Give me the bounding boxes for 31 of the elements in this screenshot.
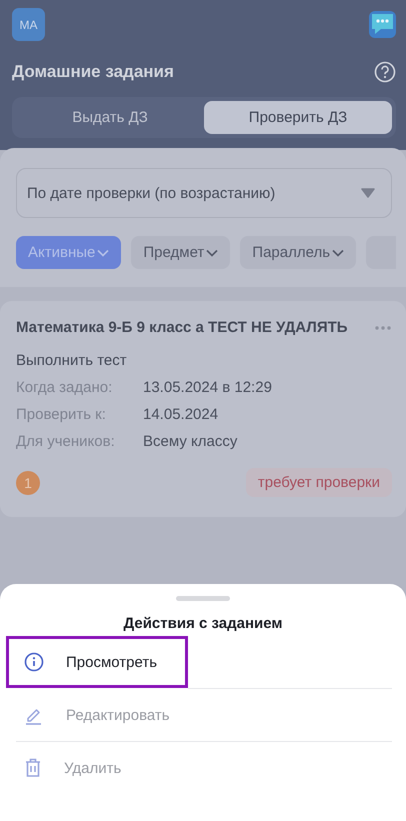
task-text: Выполнить тест — [16, 352, 128, 369]
sheet-title: Действия с заданием — [122, 615, 284, 632]
trash-icon — [24, 758, 42, 778]
chat-icon[interactable] — [369, 11, 396, 38]
field-value: 13.05.2024 в 12:29 — [143, 379, 272, 396]
filter-chip[interactable]: Активные — [16, 236, 122, 269]
action-item[interactable]: Просмотреть — [6, 636, 188, 688]
sort-dropdown[interactable]: По дате проверки (по возрастанию) — [16, 168, 392, 218]
chevron-down-icon — [332, 248, 344, 256]
sort-value: По дате проверки (по возрастанию) — [27, 184, 276, 202]
tab[interactable]: Проверить ДЗ — [204, 101, 392, 134]
field-value: Всему классу — [143, 433, 238, 450]
chevron-down-icon — [206, 248, 218, 256]
count-badge: 1 — [16, 470, 40, 494]
field-label: Когда задано: — [16, 379, 114, 396]
avatar[interactable]: МА — [12, 8, 45, 41]
page-title: Домашние задания — [12, 62, 174, 82]
dropdown-icon — [361, 188, 375, 198]
filter-chip[interactable]: Предмет — [131, 236, 230, 269]
chevron-down-icon — [97, 248, 110, 256]
sheet-handle[interactable] — [176, 596, 230, 601]
help-icon[interactable] — [374, 61, 396, 83]
field-value: 14.05.2024 — [143, 406, 218, 423]
more-icon[interactable] — [374, 324, 392, 330]
field-label: Для учеников: — [16, 433, 116, 450]
assignment-title: Математика 9-Б 9 класс а ТЕСТ НЕ УДАЛЯТЬ — [16, 319, 348, 336]
status-badge: требует проверки — [246, 468, 392, 497]
field-label: Проверить к: — [16, 406, 107, 423]
filter-chip[interactable]: Параллель — [240, 236, 356, 269]
info-icon — [24, 652, 44, 672]
tab[interactable]: Выдать ДЗ — [16, 101, 204, 134]
